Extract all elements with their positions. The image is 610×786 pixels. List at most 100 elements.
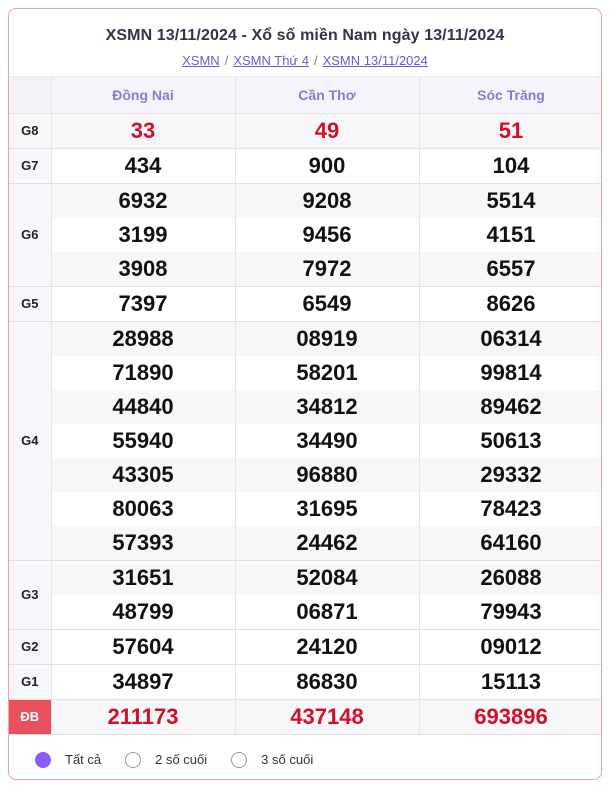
prize-row: G2 57604 24120 09012 bbox=[9, 629, 601, 665]
prize-number: 7972 bbox=[235, 251, 420, 287]
prize-number: 5514 bbox=[419, 183, 601, 218]
prize-number: 44840 bbox=[51, 389, 236, 424]
prize-row: 80063 31695 78423 bbox=[9, 491, 601, 526]
prize-label: G2 bbox=[9, 629, 52, 665]
prize-number: 24120 bbox=[235, 629, 420, 665]
prize-number: 79943 bbox=[419, 594, 601, 630]
prize-label: G7 bbox=[9, 148, 52, 184]
prize-row: 3908 7972 6557 bbox=[9, 251, 601, 287]
filter-option-label: 2 số cuối bbox=[155, 752, 208, 767]
prize-number: 78423 bbox=[419, 491, 601, 526]
prize-label: G1 bbox=[9, 664, 52, 700]
prize-number: 437148 bbox=[235, 699, 420, 735]
prize-label: G8 bbox=[9, 113, 52, 149]
prize-number: 31651 bbox=[51, 560, 236, 595]
prize-label: G4 bbox=[9, 321, 52, 561]
prize-number: 9456 bbox=[235, 217, 420, 252]
results-table: Đồng Nai Cần Thơ Sóc Trăng G8 33 49 51 G7 434… bbox=[9, 77, 601, 735]
prize-number: 3199 bbox=[51, 217, 236, 252]
prize-number: 09012 bbox=[419, 629, 601, 665]
prize-row: G5 7397 6549 8626 bbox=[9, 286, 601, 322]
prize-number: 104 bbox=[419, 148, 601, 184]
prize-row: G6 6932 9208 5514 bbox=[9, 183, 601, 287]
prize-row: 43305 96880 29332 bbox=[9, 457, 601, 492]
prize-number: 43305 bbox=[51, 457, 236, 492]
prize-number: 71890 bbox=[51, 355, 236, 390]
prize-number: 434 bbox=[51, 148, 236, 184]
breadcrumb: XSMN / XSMN Thứ 4 / XSMN 13/11/2024 bbox=[9, 53, 601, 68]
filter-option-all[interactable]: Tất cả bbox=[35, 751, 101, 768]
prize-number: 51 bbox=[419, 113, 601, 149]
prize-number: 28988 bbox=[51, 321, 236, 356]
prize-label: G5 bbox=[9, 286, 52, 322]
prize-number: 900 bbox=[235, 148, 420, 184]
prize-number: 96880 bbox=[235, 457, 420, 492]
prize-number: 49 bbox=[235, 113, 420, 149]
prize-number: 89462 bbox=[419, 389, 601, 424]
breadcrumb-xsmn[interactable]: XSMN bbox=[182, 53, 220, 68]
prize-number: 86830 bbox=[235, 664, 420, 700]
prize-number: 34812 bbox=[235, 389, 420, 424]
prize-number: 4151 bbox=[419, 217, 601, 252]
prize-number: 3908 bbox=[51, 251, 236, 287]
prize-label: G6 bbox=[9, 183, 52, 287]
breadcrumb-xsmn-thu-4[interactable]: XSMN Thứ 4 bbox=[233, 53, 309, 68]
results-card: XSMN 13/11/2024 - Xổ số miền Nam ngày 13… bbox=[8, 8, 602, 780]
results-header: XSMN 13/11/2024 - Xổ số miền Nam ngày 13… bbox=[9, 9, 601, 77]
breadcrumb-xsmn-date[interactable]: XSMN 13/11/2024 bbox=[323, 53, 428, 68]
filter-option-last-2[interactable]: 2 số cuối bbox=[125, 751, 208, 768]
prize-number: 24462 bbox=[235, 525, 420, 561]
prize-number: 34897 bbox=[51, 664, 236, 700]
prize-number: 26088 bbox=[419, 560, 601, 595]
prize-number: 52084 bbox=[235, 560, 420, 595]
prize-number: 693896 bbox=[419, 699, 601, 735]
prize-number: 9208 bbox=[235, 183, 420, 218]
prize-number: 99814 bbox=[419, 355, 601, 390]
prize-number: 80063 bbox=[51, 491, 236, 526]
prize-number: 33 bbox=[51, 113, 236, 149]
prize-number: 57604 bbox=[51, 629, 236, 665]
prize-number: 06314 bbox=[419, 321, 601, 356]
prize-number: 55940 bbox=[51, 423, 236, 458]
prize-label: ĐB bbox=[9, 699, 52, 735]
prize-row: G1 34897 86830 15113 bbox=[9, 664, 601, 700]
prize-number: 57393 bbox=[51, 525, 236, 561]
province-header: Sóc Trăng bbox=[419, 77, 601, 114]
filter-option-last-3[interactable]: 3 số cuối bbox=[231, 751, 314, 768]
prize-number: 8626 bbox=[419, 286, 601, 322]
radio-selected-icon[interactable] bbox=[35, 751, 51, 768]
digit-filter: Tất cả 2 số cuối 3 số cuối bbox=[9, 735, 601, 780]
prize-number: 15113 bbox=[419, 664, 601, 700]
prize-row: ĐB 211173 437148 693896 bbox=[9, 699, 601, 735]
prize-row: 44840 34812 89462 bbox=[9, 389, 601, 424]
province-header-row: Đồng Nai Cần Thơ Sóc Trăng bbox=[9, 77, 601, 114]
prize-number: 31695 bbox=[235, 491, 420, 526]
radio-unselected-icon[interactable] bbox=[231, 751, 248, 768]
prize-row: G8 33 49 51 bbox=[9, 113, 601, 149]
prize-number: 6932 bbox=[51, 183, 236, 218]
prize-row: G4 28988 08919 06314 bbox=[9, 321, 601, 561]
prize-number: 50613 bbox=[419, 423, 601, 458]
prize-number: 6557 bbox=[419, 251, 601, 287]
prize-number: 58201 bbox=[235, 355, 420, 390]
prize-row: 71890 58201 99814 bbox=[9, 355, 601, 390]
header-blank-cell bbox=[9, 77, 52, 114]
prize-number: 211173 bbox=[51, 699, 236, 735]
prize-number: 48799 bbox=[51, 594, 236, 630]
prize-row: 55940 34490 50613 bbox=[9, 423, 601, 458]
prize-row: 3199 9456 4151 bbox=[9, 217, 601, 252]
breadcrumb-separator: / bbox=[313, 53, 318, 68]
prize-number: 6549 bbox=[235, 286, 420, 322]
breadcrumb-separator: / bbox=[224, 53, 229, 68]
radio-unselected-icon[interactable] bbox=[125, 751, 142, 768]
province-header: Đồng Nai bbox=[51, 77, 236, 114]
page-title: XSMN 13/11/2024 - Xổ số miền Nam ngày 13… bbox=[105, 27, 505, 44]
prize-label: G3 bbox=[9, 560, 52, 630]
prize-table-body: G8 33 49 51 G7 434 900 104 G6 6932 9208 5514 3199 945… bbox=[9, 113, 601, 735]
filter-option-label: 3 số cuối bbox=[261, 752, 314, 767]
prize-row: G7 434 900 104 bbox=[9, 148, 601, 184]
prize-number: 29332 bbox=[419, 457, 601, 492]
prize-row: G3 31651 52084 26088 bbox=[9, 560, 601, 630]
prize-number: 34490 bbox=[235, 423, 420, 458]
prize-number: 7397 bbox=[51, 286, 236, 322]
